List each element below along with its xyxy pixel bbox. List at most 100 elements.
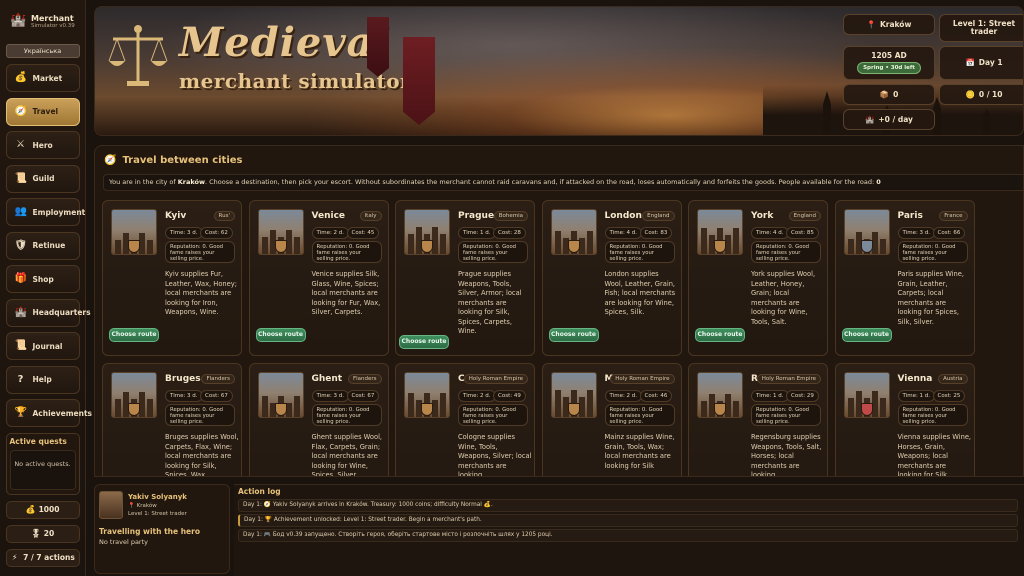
city-card-regensburg: Regensburg Holy Roman Empire Time: 1 d. … (688, 363, 828, 476)
active-quests-panel: Active quests No active quests. (5, 432, 80, 495)
coat-of-arms-icon (128, 403, 140, 416)
nav-item-help[interactable]: ? Help (5, 365, 80, 394)
coat-of-arms-icon (860, 403, 873, 416)
nav-item-retinue[interactable]: 🛡 Retinue (5, 231, 80, 260)
reputation-note: Reputation: 0. Good fame raises your sel… (604, 241, 675, 263)
city-card-bruges: Bruges Flanders Time: 3 d. Cost: 67 Repu… (102, 363, 242, 477)
travel-info: You are in the city of Kraków. Choose a … (103, 174, 1023, 191)
city-card-london: London England Time: 4 d. Cost: 83 Reput… (541, 200, 682, 356)
pin-icon: 📍 (128, 503, 137, 509)
fame-stat: 🎖 20 (5, 524, 80, 543)
coat-of-arms-icon (567, 403, 580, 416)
day-value: Day 1 (978, 58, 1003, 67)
gift-icon: 🎁 (14, 273, 27, 284)
goods-icon: 📦 (879, 89, 890, 99)
day-indicator: 📅 Day 1 (939, 46, 1023, 80)
city-image (843, 209, 890, 255)
brand-title: Merchant (31, 13, 74, 23)
region-badge: Austria (938, 374, 968, 384)
traveling-title: Travelling with the hero (99, 527, 200, 536)
city-value: Kraków (879, 19, 912, 29)
city-name: Kyiv (165, 211, 187, 221)
region-badge: Flanders (201, 374, 235, 384)
travel-time: Time: 2 d. (311, 227, 350, 239)
hero-name: Yakiv Solyanyk (128, 493, 187, 501)
nav-label: Journal (32, 341, 63, 351)
nav-item-shop[interactable]: 🎁 Shop (5, 265, 80, 293)
reputation-note: Reputation: 0. Good fame raises your sel… (751, 241, 821, 263)
nav-item-hero[interactable]: ⚔ Hero (5, 131, 80, 159)
city-card-york: York England Time: 4 d. Cost: 85 Reputat… (688, 200, 828, 356)
log-entry: Day 1: 🧭 Yakiv Solyanyk arrives in Krakó… (238, 499, 1018, 512)
nav-item-journal[interactable]: 📜 Journal (5, 332, 80, 360)
travel-time: Time: 2 d. (458, 390, 496, 402)
reputation-note: Reputation: 0. Good fame raises your sel… (897, 241, 968, 263)
stat-b-indicator: 🪙 0 / 10 (939, 84, 1023, 105)
cargo-icon: 🪙 (965, 89, 975, 99)
nav-item-travel[interactable]: 🧭 Travel (5, 97, 80, 126)
choose-route-button[interactable]: Choose route (399, 335, 449, 349)
reputation-note: Reputation: 0. Good fame raises your sel… (311, 404, 382, 426)
travel-time: Time: 3 d. (165, 390, 203, 402)
coins-stat: 💰 1000 (5, 500, 80, 519)
compass-icon: 🧭 (14, 105, 27, 117)
choose-route-button[interactable]: Choose route (255, 328, 306, 342)
stat-b-value: 0 / 10 (978, 89, 1003, 99)
reputation-note: Reputation: 0. Good fame raises your sel… (458, 241, 528, 263)
nav-label: Retinue (32, 241, 66, 250)
coat-of-arms-icon (714, 240, 726, 253)
compass-icon: 🧭 (104, 155, 117, 166)
language-button[interactable]: Українська (5, 44, 80, 58)
city-description: Kyiv supplies Fur, Leather, Wax, Honey; … (165, 270, 237, 316)
travel-party: No travel party (99, 538, 149, 546)
city-image (550, 372, 597, 418)
travel-cost: Cost: 62 (200, 227, 233, 239)
stat-a-value: 0 (893, 89, 899, 99)
city-indicator[interactable]: 📍 Kraków (843, 14, 935, 35)
city-name: Venice (311, 211, 346, 221)
city-description: London supplies Wool, Leather, Grain, Fi… (604, 270, 676, 316)
nav-label: Market (32, 73, 63, 83)
level-indicator[interactable]: Level 1: Street trader (939, 14, 1023, 42)
reputation-note: Reputation: 0. Good fame raises your sel… (165, 404, 235, 426)
game-title: Medieval (179, 19, 390, 66)
travel-cost: Cost: 67 (346, 390, 380, 402)
city-image (404, 372, 450, 418)
city-description: Mainz supplies Wine, Grain, Tools, Wax; … (604, 433, 675, 470)
city-image (697, 209, 743, 255)
castle-icon: 🏰 (14, 306, 27, 318)
city-card-kyiv: Kyiv Rus' Time: 3 d. Cost: 62 Reputation… (102, 200, 242, 356)
banner-flag-icon (403, 37, 435, 125)
travel-cost: Cost: 85 (786, 227, 819, 239)
sidebar: 🏰 Merchant Simulator v0.39 Українська 💰 M… (0, 0, 92, 576)
city-card-paris: Paris France Time: 3 d. Cost: 66 Reputat… (834, 200, 975, 356)
coat-of-arms-icon (274, 403, 287, 416)
brand: 🏰 Merchant Simulator v0.39 (4, 4, 81, 38)
reputation-note: Reputation: 0. Good fame raises your sel… (751, 404, 821, 426)
choose-route-button[interactable]: Choose route (548, 328, 599, 342)
stat-a-indicator: 📦 0 (843, 84, 935, 105)
choose-route-button[interactable]: Choose route (109, 328, 159, 342)
brand-subtitle: Simulator v0.39 (31, 22, 75, 29)
nav-item-guild[interactable]: 📜 Guild (5, 164, 80, 193)
coin-bag-icon: 💰 (25, 504, 36, 514)
nav-label: Headquarters (32, 308, 91, 317)
money-bag-icon: 💰 (14, 72, 27, 83)
choose-route-button[interactable]: Choose route (695, 328, 745, 342)
city-description: Bruges supplies Wool, Carpets, Flax, Win… (165, 433, 239, 477)
nav-item-employment[interactable]: 👥 Employment (5, 198, 85, 226)
region-badge: Holy Roman Empire (610, 374, 675, 384)
city-image (257, 209, 304, 255)
city-card-mainz: Mainz Holy Roman Empire Time: 2 d. Cost:… (541, 363, 682, 476)
nav-item-achievements[interactable]: 🏆 Achievements (5, 399, 92, 427)
region-badge: Bohemia (493, 211, 528, 221)
city-name: York (751, 211, 774, 221)
pin-icon: 📍 (866, 19, 876, 29)
city-description: Ghent supplies Wool, Flax, Carpets, Grai… (311, 433, 383, 477)
nav-item-market[interactable]: 💰 Market (5, 64, 80, 92)
fame-icon: 🎖 (30, 528, 41, 538)
coat-of-arms-icon (567, 240, 580, 253)
city-name: Paris (897, 211, 923, 221)
nav-item-headquarters[interactable]: 🏰 Headquarters (5, 298, 91, 327)
choose-route-button[interactable]: Choose route (841, 328, 892, 342)
